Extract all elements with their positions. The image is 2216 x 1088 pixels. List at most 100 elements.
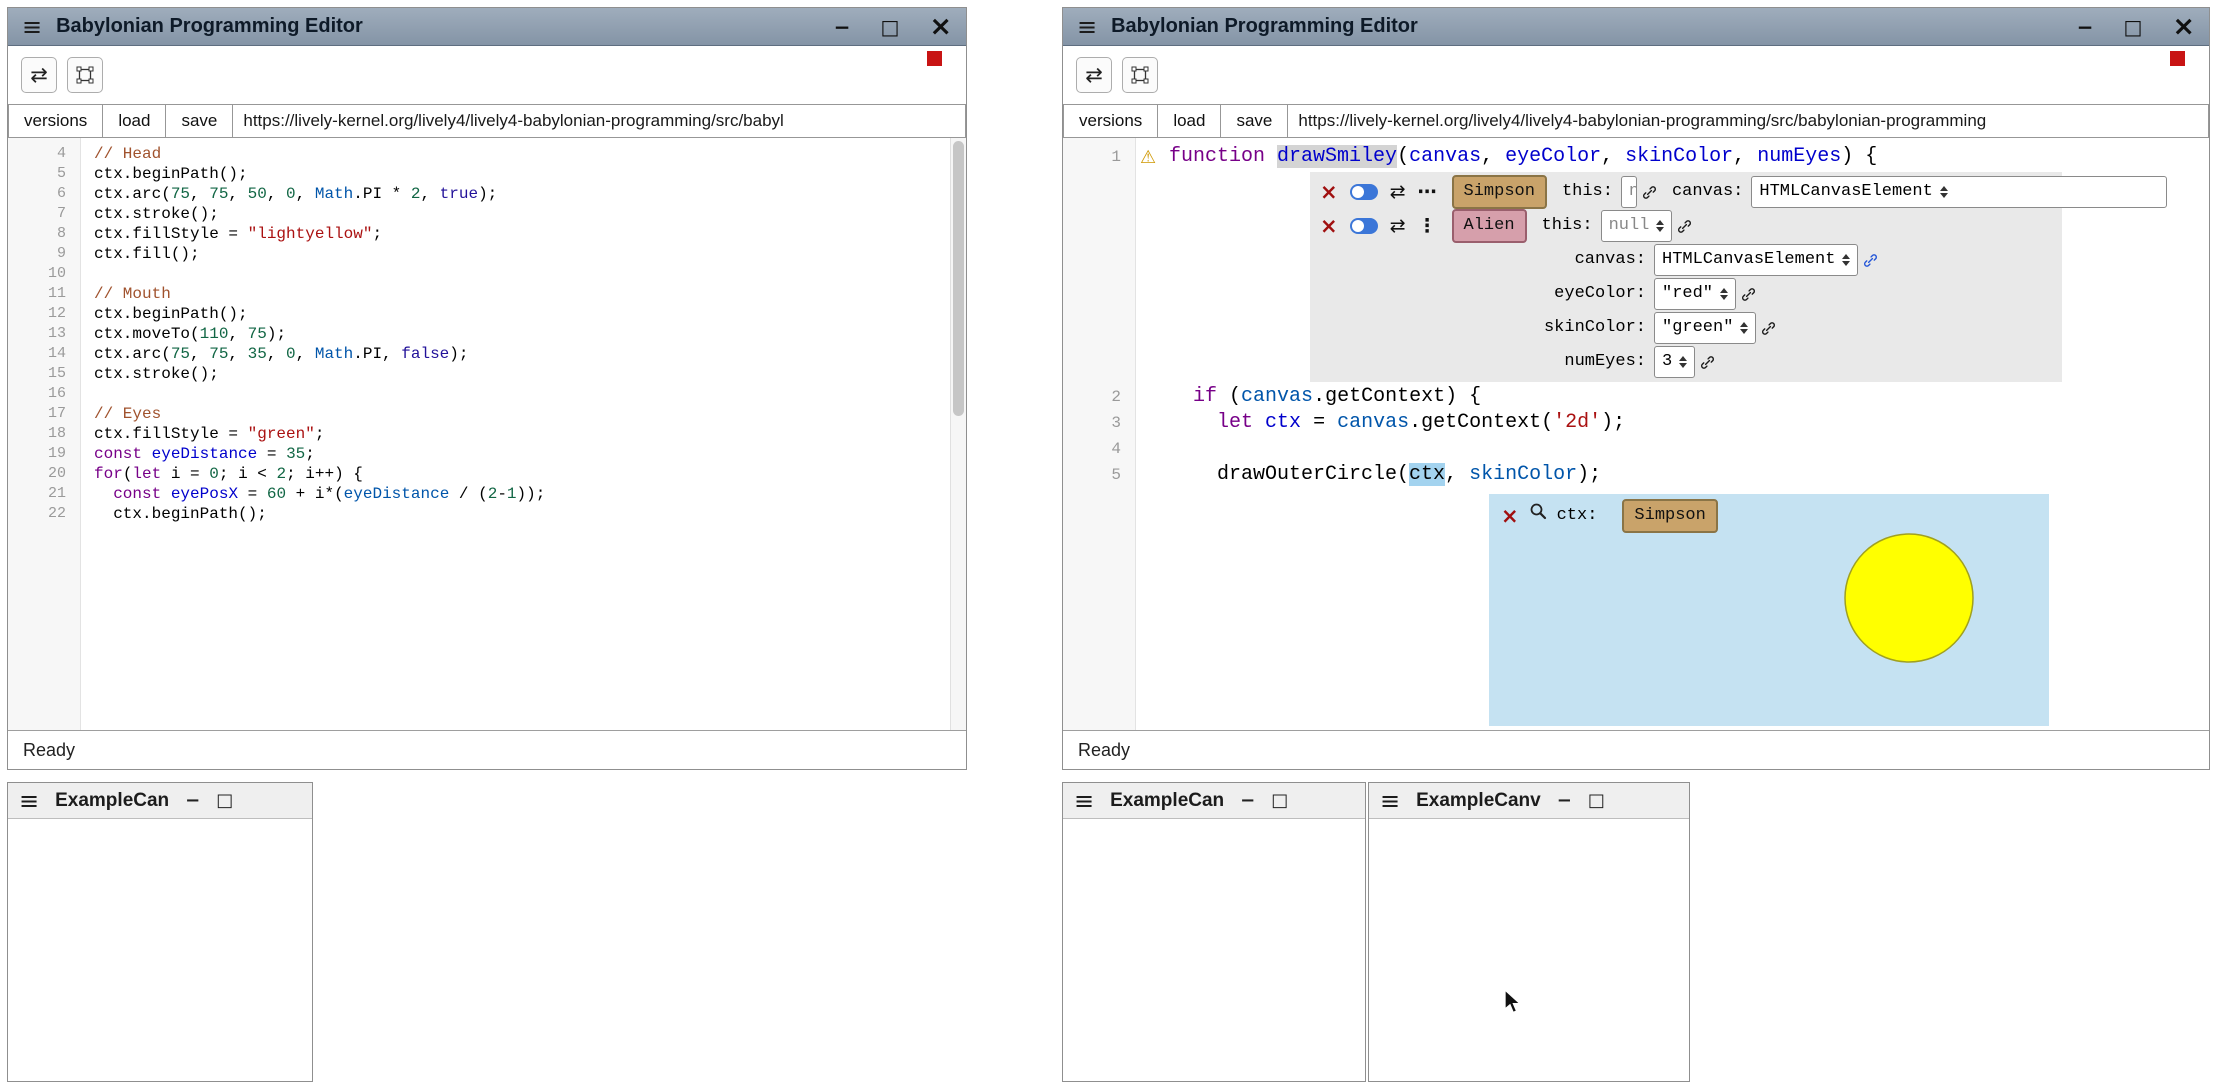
frame-select-button[interactable] bbox=[1122, 57, 1158, 93]
minimize-button[interactable]: − bbox=[185, 792, 200, 810]
stepper-up-icon[interactable] bbox=[1740, 322, 1748, 327]
stepper-icon[interactable] bbox=[1656, 220, 1664, 232]
example-menu-icon[interactable]: ⋯ bbox=[1418, 179, 1437, 205]
close-button[interactable]: × bbox=[2172, 13, 2195, 40]
example-toggle[interactable] bbox=[1350, 218, 1378, 234]
link-icon[interactable] bbox=[1761, 321, 1776, 336]
scrollbar[interactable] bbox=[950, 138, 966, 731]
stepper-icon[interactable] bbox=[1720, 288, 1728, 300]
stepper-down-icon[interactable] bbox=[1656, 227, 1664, 232]
stepper-up-icon[interactable] bbox=[1679, 356, 1687, 361]
maximize-button[interactable]: □ bbox=[216, 792, 233, 810]
titlebar[interactable]: ≡ ExampleCan − □ bbox=[1063, 783, 1365, 819]
link-icon[interactable] bbox=[1741, 287, 1756, 302]
code-token: 0 bbox=[286, 185, 296, 203]
probe-close-button[interactable]: × bbox=[1501, 506, 1519, 527]
magnifier-icon[interactable] bbox=[1529, 502, 1547, 530]
code-token: i = bbox=[161, 465, 209, 483]
example-name-badge[interactable]: Alien bbox=[1452, 209, 1527, 243]
minimize-button[interactable]: − bbox=[2077, 17, 2094, 37]
example-menu-icon[interactable]: ⋮ bbox=[1418, 213, 1437, 239]
maximize-button[interactable]: □ bbox=[1271, 792, 1288, 810]
titlebar[interactable]: ≡ Babylonian Programming Editor − □ × bbox=[1063, 8, 2209, 46]
stepper-icon[interactable] bbox=[1842, 254, 1850, 266]
tab-versions[interactable]: versions bbox=[1063, 104, 1158, 138]
value-box[interactable]: "red" bbox=[1654, 278, 1736, 310]
menu-icon[interactable]: ≡ bbox=[1077, 15, 1097, 39]
value-box[interactable]: 3 bbox=[1654, 346, 1695, 378]
close-button[interactable]: × bbox=[929, 13, 952, 40]
stepper-up-icon[interactable] bbox=[1720, 288, 1728, 293]
url-field[interactable]: https://lively-kernel.org/lively4/lively… bbox=[1287, 104, 2209, 138]
titlebar[interactable]: ≡ ExampleCanv − □ bbox=[1369, 783, 1689, 819]
menu-icon[interactable]: ≡ bbox=[22, 15, 42, 39]
example-delete-button[interactable]: × bbox=[1320, 216, 1338, 237]
code-token: , bbox=[228, 325, 247, 343]
minimize-button[interactable]: − bbox=[1557, 792, 1572, 810]
code-token: ( bbox=[1397, 145, 1409, 168]
scrollbar-thumb[interactable] bbox=[953, 141, 964, 416]
example-name-badge[interactable]: Simpson bbox=[1452, 175, 1547, 209]
url-field[interactable]: https://lively-kernel.org/lively4/lively… bbox=[232, 104, 966, 138]
maximize-button[interactable]: □ bbox=[1588, 792, 1605, 810]
menu-icon[interactable]: ≡ bbox=[1074, 789, 1094, 813]
code-token: ctx.fill(); bbox=[94, 245, 200, 263]
stepper-icon[interactable] bbox=[1740, 322, 1748, 334]
titlebar[interactable]: ≡ ExampleCan − □ bbox=[8, 783, 312, 819]
value-box[interactable]: null bbox=[1621, 176, 1637, 208]
tab-versions[interactable]: versions bbox=[8, 104, 103, 138]
menu-icon[interactable]: ≡ bbox=[1380, 789, 1400, 813]
probe-example-badge[interactable]: Simpson bbox=[1622, 499, 1717, 533]
maximize-button[interactable]: □ bbox=[2123, 17, 2142, 37]
example-swap-icon[interactable]: ⇄ bbox=[1390, 213, 1406, 239]
status-text: Ready bbox=[23, 740, 75, 761]
stepper-down-icon[interactable] bbox=[1842, 261, 1850, 266]
frame-select-button[interactable] bbox=[67, 57, 103, 93]
field-label: canvas: bbox=[1672, 179, 1743, 205]
code-token bbox=[1169, 385, 1193, 408]
tab-save[interactable]: save bbox=[165, 104, 233, 138]
titlebar[interactable]: ≡ Babylonian Programming Editor − □ × bbox=[8, 8, 966, 46]
code-token: Math bbox=[315, 185, 353, 203]
code-editor[interactable]: 1⚠function drawSmiley(canvas, eyeColor, … bbox=[1063, 138, 2209, 731]
frame-select-icon bbox=[76, 66, 94, 84]
value-box[interactable]: HTMLCanvasElement bbox=[1751, 176, 2167, 208]
code-editor[interactable]: 4// Head5ctx.beginPath();6ctx.arc(75, 75… bbox=[8, 138, 966, 731]
example-delete-button[interactable]: × bbox=[1320, 182, 1338, 203]
code-token: skinColor bbox=[1469, 463, 1577, 486]
value-box[interactable]: "green" bbox=[1654, 312, 1756, 344]
stepper-icon[interactable] bbox=[1940, 186, 1948, 198]
example-swap-icon[interactable]: ⇄ bbox=[1390, 179, 1406, 205]
swap-arrows-button[interactable]: ⇄ bbox=[21, 57, 57, 93]
stepper-down-icon[interactable] bbox=[1679, 363, 1687, 368]
tab-load[interactable]: load bbox=[1157, 104, 1221, 138]
tab-load[interactable]: load bbox=[102, 104, 166, 138]
code-line: 15ctx.stroke(); bbox=[8, 364, 966, 384]
stepper-up-icon[interactable] bbox=[1842, 254, 1850, 259]
link-icon[interactable] bbox=[1642, 185, 1657, 200]
tab-save[interactable]: save bbox=[1220, 104, 1288, 138]
stepper-up-icon[interactable] bbox=[1656, 220, 1664, 225]
menu-icon[interactable]: ≡ bbox=[19, 789, 39, 813]
link-icon[interactable] bbox=[1677, 219, 1692, 234]
code-token: ctx bbox=[1409, 463, 1445, 486]
minimize-button[interactable]: − bbox=[834, 17, 851, 37]
swap-arrows-button[interactable]: ⇄ bbox=[1076, 57, 1112, 93]
link-icon[interactable] bbox=[1863, 253, 1878, 268]
minimize-button[interactable]: − bbox=[1240, 792, 1255, 810]
example-toggle[interactable] bbox=[1350, 184, 1378, 200]
code-token: 0 bbox=[209, 465, 219, 483]
parameter-row: numEyes:3 bbox=[1310, 345, 2062, 379]
stepper-icon[interactable] bbox=[1679, 356, 1687, 368]
maximize-button[interactable]: □ bbox=[880, 17, 899, 37]
code-token: // Mouth bbox=[94, 285, 171, 303]
stepper-up-icon[interactable] bbox=[1940, 186, 1948, 191]
link-icon[interactable] bbox=[1700, 355, 1715, 370]
value-box[interactable]: null bbox=[1601, 210, 1673, 242]
stepper-down-icon[interactable] bbox=[1940, 193, 1948, 198]
code-line-content: let ctx = canvas.getContext('2d'); bbox=[1169, 410, 1625, 436]
stepper-down-icon[interactable] bbox=[1740, 329, 1748, 334]
code-token bbox=[1265, 145, 1277, 168]
stepper-down-icon[interactable] bbox=[1720, 295, 1728, 300]
value-box[interactable]: HTMLCanvasElement bbox=[1654, 244, 1858, 276]
